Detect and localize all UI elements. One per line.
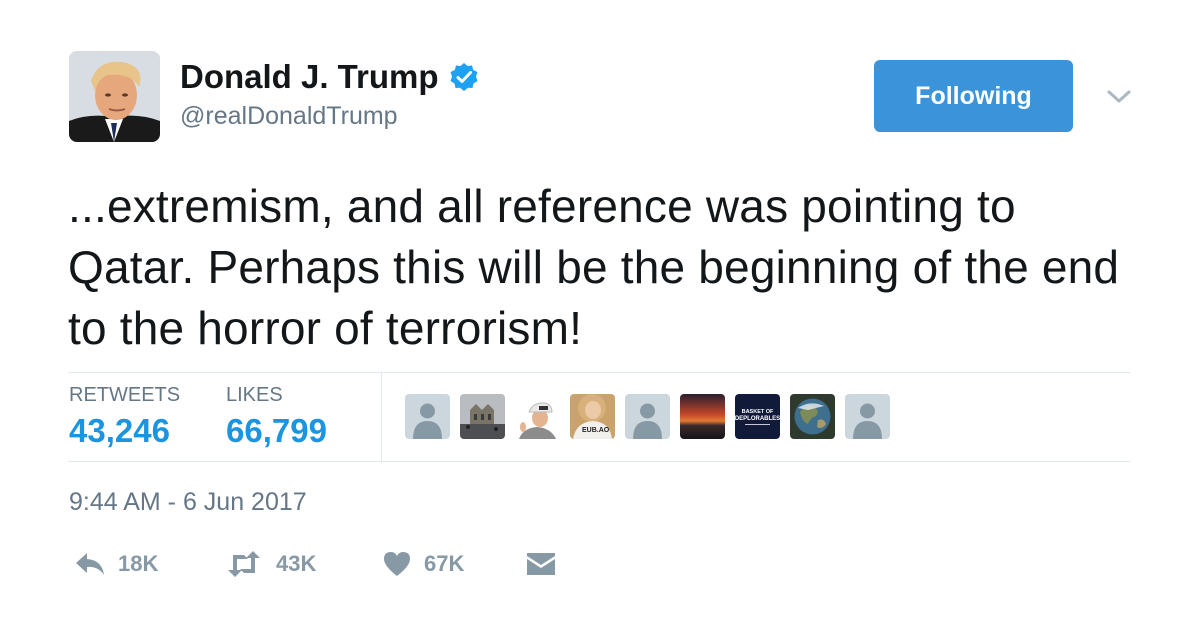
woman-shirt-photo-icon: EUB.AO	[570, 394, 615, 439]
basket-of-deplorables-logo: BASKET OF DEPLORABLES	[735, 394, 780, 439]
profile-photo	[69, 51, 160, 142]
sunset-photo-icon	[680, 394, 725, 439]
chevron-down-icon[interactable]	[1105, 86, 1133, 108]
basket-of-deplorables-avatar[interactable]: BASKET OF DEPLORABLES	[735, 394, 780, 439]
profile-avatar[interactable]	[69, 51, 160, 142]
likes-count[interactable]: 66,799	[226, 412, 327, 450]
reply-icon	[76, 553, 104, 575]
tweet-card: Donald J. Trump @realDonaldTrump Followi…	[0, 0, 1200, 636]
stats-bottom-divider	[68, 461, 1130, 462]
default-user-icon	[405, 394, 450, 439]
tweet-timestamp[interactable]: 9:44 AM - 6 Jun 2017	[69, 488, 307, 517]
display-name-text[interactable]: Donald J. Trump	[180, 58, 439, 96]
direct-message-button[interactable]	[526, 550, 556, 578]
building-photo-icon	[460, 394, 505, 439]
cap-man-photo-icon	[515, 394, 560, 439]
tweet-text: ...extremism, and all reference was poin…	[68, 180, 1120, 354]
likes-label: LIKES	[226, 384, 283, 406]
cap-man-avatar[interactable]	[515, 394, 560, 439]
default-avatar-3[interactable]	[845, 394, 890, 439]
heart-icon	[384, 552, 410, 576]
svg-text:BASKET OF: BASKET OF	[742, 409, 774, 415]
retweet-icon	[228, 551, 260, 577]
building-photo-avatar[interactable]	[460, 394, 505, 439]
default-avatar-2[interactable]	[625, 394, 670, 439]
user-handle[interactable]: @realDonaldTrump	[180, 102, 398, 131]
svg-text:DEPLORABLES: DEPLORABLES	[735, 416, 780, 422]
default-avatar-1[interactable]	[405, 394, 450, 439]
envelope-icon	[527, 553, 555, 575]
woman-shirt-avatar[interactable]: EUB.AO	[570, 394, 615, 439]
default-user-icon	[845, 394, 890, 439]
reply-button[interactable]: 18K	[74, 550, 158, 578]
likes-stat[interactable]: LIKES 66,799	[226, 384, 327, 450]
following-button[interactable]: Following	[874, 60, 1073, 132]
retweets-stat[interactable]: RETWEETS 43,246	[69, 384, 180, 450]
reply-count: 18K	[118, 551, 159, 576]
stats-top-divider	[68, 372, 1130, 373]
retweet-count: 43K	[276, 551, 317, 576]
likers-avatars: EUB.AO BASKET OF DEPLORABLES	[405, 394, 890, 439]
like-button[interactable]: 67K	[382, 550, 464, 578]
like-count: 67K	[424, 551, 465, 576]
stats-vertical-divider	[381, 372, 382, 461]
earth-photo-icon	[790, 394, 835, 439]
default-user-icon	[625, 394, 670, 439]
earth-avatar[interactable]	[790, 394, 835, 439]
svg-text:EUB.AO: EUB.AO	[582, 427, 610, 434]
verified-badge-icon	[450, 63, 478, 91]
sunset-avatar[interactable]	[680, 394, 725, 439]
display-name[interactable]: Donald J. Trump	[180, 58, 479, 96]
retweets-count[interactable]: 43,246	[69, 412, 180, 450]
retweet-button[interactable]: 43K	[224, 550, 316, 578]
retweets-label: RETWEETS	[69, 384, 181, 406]
